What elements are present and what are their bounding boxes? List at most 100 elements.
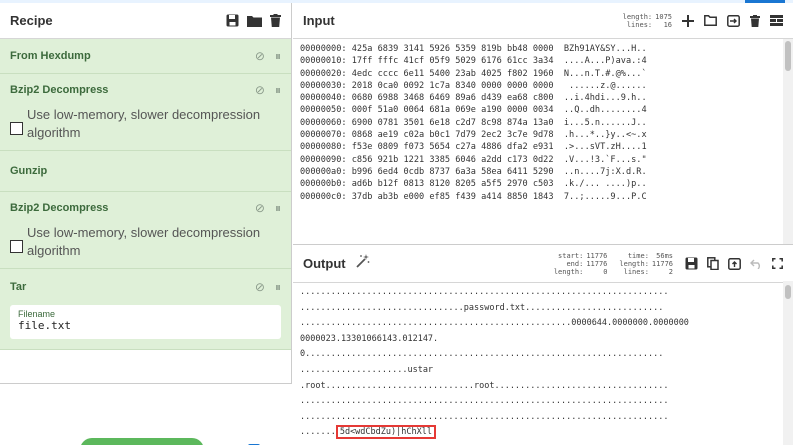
add-input-tab-icon[interactable]: [682, 14, 694, 27]
output-header: Output start: 11776 end: 11776 length: 0 ti…: [293, 245, 793, 283]
hexdump-line: 000000b0: ad6b b12f 0813 8120 8205 a5f5 …: [300, 179, 647, 190]
breakpoint-pause-icon[interactable]: ⏸: [275, 280, 281, 295]
output-sel-length-label: length:: [553, 267, 584, 276]
replace-input-icon[interactable]: [728, 257, 741, 270]
hexdump-line: 00000090: c856 921b 1221 3385 6046 a2dd …: [300, 154, 647, 165]
hexdump-line: 00000000: 425a 6839 3141 5926 5359 819b …: [300, 44, 647, 54]
hexdump-line: 00000010: 17ff fffc 41cf 05f9 5029 6176 …: [300, 56, 647, 67]
output-time-label: time:: [627, 251, 649, 260]
operation-bzip2-decompress[interactable]: Bzip2 Decompress ⊘ ⏸ Use low-memory, slow…: [0, 74, 291, 151]
bake-button[interactable]: [80, 438, 204, 445]
hexdump-line: 00000040: 0680 6988 3468 6469 89a6 d439 …: [300, 93, 647, 104]
output-line: .....................ustar: [300, 364, 434, 375]
input-lines-value: 16: [663, 20, 672, 29]
output-textarea[interactable]: ........................................…: [293, 283, 793, 441]
operation-name: From Hexdump: [10, 50, 91, 62]
operation-bzip2-decompress-2[interactable]: Bzip2 Decompress ⊘ ⏸ Use low-memory, slow…: [0, 192, 291, 269]
output-end-value: 11776: [586, 259, 608, 268]
input-length-label: length:: [622, 12, 653, 21]
recipe-header: Recipe: [0, 3, 291, 39]
output-length-value: 11776: [651, 259, 673, 268]
operation-name: Gunzip: [10, 165, 48, 177]
operation-name: Bzip2 Decompress: [10, 202, 109, 214]
save-output-icon[interactable]: [685, 257, 698, 270]
filename-field[interactable]: Filename file.txt: [10, 305, 281, 339]
hexdump-line: 00000080: f53e 0809 f073 5654 c27a 4886 …: [300, 142, 647, 153]
copy-output-icon[interactable]: [707, 257, 719, 270]
hexdump-line: 000000a0: b996 6ed4 0cdb 8737 6a3a 58ea …: [300, 166, 647, 177]
disable-op-icon[interactable]: ⊘: [255, 83, 265, 97]
output-length-label: length:: [619, 259, 649, 268]
input-textarea[interactable]: 00000000: 425a 6839 3141 5926 5359 819b …: [293, 39, 793, 203]
operation-name: Tar: [10, 281, 27, 293]
output-time-value: 56ms: [656, 251, 673, 260]
low-memory-option-label: Use low-memory, slower decompression alg…: [27, 225, 261, 258]
recipe-title: Recipe: [10, 13, 53, 28]
disable-op-icon[interactable]: ⊘: [255, 280, 265, 294]
undo-icon[interactable]: [750, 259, 763, 269]
clear-input-trash-icon[interactable]: [750, 14, 760, 27]
output-stats: time: 56ms length: 11776 lines: 2: [619, 252, 673, 276]
output-line: ........................................…: [300, 318, 689, 329]
output-end-label: end:: [566, 259, 584, 268]
hexdump-line: 00000050: 000f 51a0 0064 681a 069e a190 …: [300, 105, 647, 116]
operation-from-hexdump[interactable]: From Hexdump ⊘ ⏸: [0, 39, 291, 74]
output-line: 0000023.13301066143.012147.: [300, 333, 439, 344]
breakpoint-pause-icon[interactable]: ⏸: [275, 49, 281, 64]
low-memory-checkbox[interactable]: [10, 240, 23, 253]
filename-label: Filename: [18, 309, 56, 319]
clear-recipe-trash-icon[interactable]: [270, 14, 281, 27]
input-length-value: 1075: [655, 12, 672, 21]
output-title-text: Output: [303, 256, 346, 271]
output-line: 0.......................................…: [300, 349, 664, 360]
hexdump-line: 00000070: 0868 ae19 c02a b0c1 7d79 2ec2 …: [300, 130, 647, 141]
output-line: ........................................…: [300, 287, 669, 297]
hexdump-line: 00000030: 2018 0ca0 0092 1c7a 8340 0000 …: [300, 80, 647, 91]
operation-gunzip[interactable]: Gunzip: [0, 151, 291, 192]
input-header: Input length: 1075 lines: 16: [293, 3, 793, 39]
open-file-icon[interactable]: [727, 14, 740, 27]
output-sel-length-value: 0: [603, 267, 608, 276]
input-scrollbar[interactable]: [783, 39, 793, 244]
output-pane: Output start: 11776 end: 11776 length: 0 ti…: [293, 244, 793, 445]
output-line-highlighted: ....... 5d<wdCbdZu)|hChXll: [300, 425, 793, 441]
load-recipe-folder-icon[interactable]: [247, 15, 262, 27]
output-scrollbar[interactable]: [783, 281, 793, 445]
input-title: Input: [303, 13, 335, 28]
output-line: ........................................…: [300, 396, 669, 407]
output-position-stats: start: 11776 end: 11776 length: 0: [554, 252, 608, 276]
maximize-icon[interactable]: [772, 258, 783, 269]
input-lines-label: lines:: [626, 20, 653, 29]
disable-op-icon[interactable]: ⊘: [255, 49, 265, 63]
filename-value[interactable]: file.txt: [18, 319, 273, 332]
input-pane: Input length: 1075 lines: 16 00000000: 425…: [293, 3, 793, 244]
bake-area: [0, 383, 292, 445]
output-lines-value: 2: [668, 267, 673, 276]
output-start-value: 11776: [586, 251, 608, 260]
output-line-prefix: .......: [300, 427, 336, 438]
hexdump-line: 00000020: 4edc cccc 6e11 5400 23ab 4025 …: [300, 68, 647, 79]
breakpoint-pause-icon[interactable]: ⏸: [275, 201, 281, 216]
operation-name: Bzip2 Decompress: [10, 84, 109, 96]
input-stats: length: 1075 lines: 16: [623, 13, 672, 29]
output-line: ................................password…: [300, 302, 664, 313]
low-memory-checkbox[interactable]: [10, 122, 23, 135]
reset-layout-icon[interactable]: [770, 15, 783, 26]
hexdump-line: 000000c0: 37db ab3b e000 ef85 f439 a414 …: [300, 191, 647, 202]
breakpoint-pause-icon[interactable]: ⏸: [275, 83, 281, 98]
input-scroll-thumb[interactable]: [785, 41, 791, 71]
low-memory-option-label: Use low-memory, slower decompression alg…: [27, 107, 261, 140]
output-line: .root.............................root..…: [300, 380, 669, 391]
recipe-pane: Recipe From Hexdump ⊘ ⏸ Bzip2 Decompress …: [0, 3, 292, 445]
hexdump-line: 00000060: 6900 0781 3501 6e18 c2d7 8c98 …: [300, 117, 647, 128]
output-line: ........................................…: [300, 411, 669, 422]
output-lines-label: lines:: [623, 267, 649, 276]
disable-op-icon[interactable]: ⊘: [255, 201, 265, 215]
output-scroll-thumb[interactable]: [785, 285, 791, 299]
highlighted-password: 5d<wdCbdZu)|hChXll: [335, 425, 436, 440]
output-title: Output: [303, 256, 346, 271]
magic-wand-icon[interactable]: [355, 254, 554, 273]
operation-tar[interactable]: Tar ⊘ ⏸ Filename file.txt: [0, 269, 291, 350]
open-folder-icon[interactable]: [704, 15, 717, 26]
save-recipe-icon[interactable]: [226, 14, 239, 27]
